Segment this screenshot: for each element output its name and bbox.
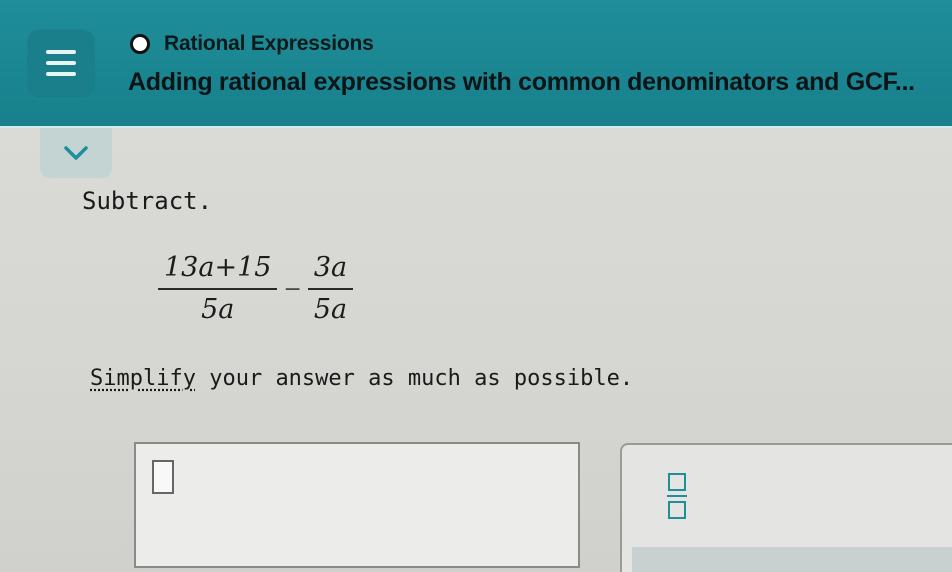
fraction-bar-1 [158,288,278,290]
fraction-template-icon[interactable] [666,473,688,519]
answer-input[interactable] [134,442,580,568]
math-tools-panel [620,443,952,572]
answer-cursor-box[interactable] [152,460,174,494]
simplify-instruction: Simplify your answer as much as possible… [90,366,633,391]
menu-button[interactable] [28,30,94,96]
numerator-2: 3a [313,252,348,283]
header-bar: Rational Expressions Adding rational exp… [0,0,952,128]
denominator-2: 5a [313,294,348,325]
problem-instruction: Subtract. [82,187,213,215]
lesson-title: Adding rational expressions with common … [128,68,915,96]
fraction-term-2: 3a 5a [307,250,354,328]
fraction-bar-2 [307,288,354,290]
math-expression: 13a+15 5a − 3a 5a [158,250,354,328]
hamburger-menu-icon [46,50,76,76]
numerator-1: 13a+15 [164,252,272,283]
minus-operator: − [283,276,302,302]
topic-label: Rational Expressions [164,32,374,55]
tools-footer [632,547,952,572]
chevron-down-icon [64,146,88,160]
status-circle-icon [130,34,150,54]
topic-row: Rational Expressions [130,32,374,56]
fraction-term-1: 13a+15 5a [158,250,278,328]
denominator-1: 5a [201,294,235,325]
simplify-link[interactable]: Simplify [90,366,196,391]
simplify-rest-text: your answer as much as possible. [195,366,634,391]
collapse-toggle-button[interactable] [40,128,112,178]
page: Rational Expressions Adding rational exp… [0,0,952,572]
